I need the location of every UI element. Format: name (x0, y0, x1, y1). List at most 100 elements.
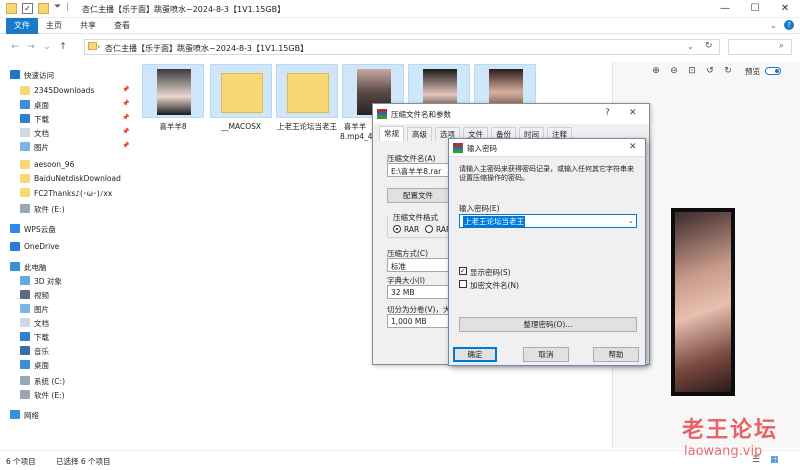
up-arrow-icon[interactable]: ↑ (56, 40, 70, 54)
close-icon[interactable]: ✕ (629, 142, 637, 152)
sidebar-item[interactable]: 2345Downloads 📌 (0, 84, 138, 98)
folder-thumbnail[interactable] (210, 64, 272, 118)
recent-dropdown-icon[interactable]: ⌄ (40, 40, 54, 54)
sidebar-item-label: 下载 (34, 115, 49, 124)
refresh-icon[interactable]: ↻ (705, 41, 713, 51)
format-rar4-radio[interactable] (425, 225, 433, 233)
rotate-right-icon[interactable]: ↻ (723, 66, 733, 76)
dictionary-select[interactable]: 32 MB (387, 285, 449, 299)
folder-icon (20, 160, 30, 169)
quick-access-dropdown-icon[interactable]: ⏷ (54, 2, 61, 12)
help-icon[interactable]: ? (605, 108, 610, 118)
forward-arrow-icon[interactable]: → (24, 40, 38, 54)
zoom-in-icon[interactable]: ⊕ (651, 66, 661, 76)
pin-icon: 📌 (122, 128, 130, 135)
address-dropdown-icon[interactable]: ⌄ (687, 42, 694, 51)
show-password-checkbox[interactable]: ✓ (459, 267, 467, 275)
sidebar-item[interactable]: WPS云盘 (0, 222, 138, 236)
file-label[interactable]: 上老王论坛当老王 (274, 122, 340, 132)
sidebar-item[interactable]: 图片 (0, 302, 138, 316)
file-thumbnail[interactable] (142, 64, 204, 118)
winrar-icon (377, 109, 387, 119)
sidebar-item-label: BaiduNetdiskDownload (34, 174, 121, 183)
picture-icon (20, 304, 30, 313)
sidebar-item[interactable]: 图片 📌 (0, 140, 138, 154)
cancel-button[interactable]: 取消 (523, 347, 569, 362)
close-button[interactable]: ✕ (770, 0, 800, 18)
encrypt-names-checkbox[interactable] (459, 280, 467, 288)
sidebar-item[interactable]: 文档 📌 (0, 126, 138, 140)
organize-passwords-button[interactable]: 整理密码(O)... (459, 317, 637, 332)
separator: | (66, 2, 70, 12)
file-label[interactable]: __MACOSX (208, 122, 274, 132)
sidebar-item[interactable]: 快速访问 (0, 68, 138, 82)
split-select[interactable]: 1,000 MB (387, 314, 449, 328)
breadcrumb[interactable]: 杏仁主播【乐于面】跳蛋喷水~2024-8-3【1V1.15GB】 (105, 43, 308, 54)
sidebar-item[interactable]: 系统 (C:) (0, 374, 138, 388)
sidebar-item[interactable]: 软件 (E:) (0, 202, 138, 216)
sidebar-item[interactable]: FC2Thanks♪(･ω･)ﾉxx (0, 186, 138, 200)
tab-home[interactable]: 主页 (38, 18, 70, 34)
watermark-url: laowang.vip (684, 444, 763, 459)
password-input[interactable]: 上老王论坛当老王 ⌄ (459, 214, 637, 228)
archive-name-input[interactable]: E:\喜羊羊8.rar (387, 163, 449, 177)
dropdown-icon[interactable]: ⌄ (628, 217, 634, 225)
sidebar-item[interactable]: 下载 (0, 330, 138, 344)
tab-advanced[interactable]: 高级 (407, 127, 432, 141)
format-rar-radio[interactable] (393, 225, 401, 233)
sidebar-item[interactable]: 桌面 (0, 358, 138, 372)
sidebar-item[interactable]: 下载 📌 (0, 112, 138, 126)
search-input[interactable]: ⌕ (728, 39, 792, 55)
new-folder-icon[interactable] (38, 3, 49, 14)
ribbon-expand-icon[interactable]: ⌄ (770, 21, 777, 30)
fit-icon[interactable]: ⊡ (687, 66, 697, 76)
sidebar-item[interactable]: 文档 (0, 316, 138, 330)
tab-file[interactable]: 文件 (6, 18, 38, 34)
drive-icon (20, 390, 30, 399)
method-select[interactable]: 标准 (387, 258, 449, 272)
sidebar-item-label: 下载 (34, 333, 49, 342)
sidebar-item-label: 软件 (E:) (34, 391, 65, 400)
checkbox-icon[interactable]: ✓ (22, 3, 33, 14)
close-icon[interactable]: ✕ (629, 108, 637, 118)
computer-icon (10, 262, 20, 271)
back-arrow-icon[interactable]: ← (8, 40, 22, 54)
help-icon[interactable]: ? (784, 20, 794, 30)
tab-share[interactable]: 共享 (72, 18, 104, 34)
document-icon (20, 128, 30, 137)
sidebar-item-label: 音乐 (34, 347, 49, 356)
tab-view[interactable]: 查看 (106, 18, 138, 34)
breadcrumb-chevron[interactable]: › (97, 42, 100, 51)
sidebar-item-label: 此电脑 (24, 263, 47, 272)
sidebar-item-label: 网络 (24, 411, 39, 420)
sidebar-item[interactable]: 视频 (0, 288, 138, 302)
maximize-button[interactable]: ☐ (740, 0, 770, 18)
zoom-out-icon[interactable]: ⊖ (669, 66, 679, 76)
rotate-left-icon[interactable]: ↺ (705, 66, 715, 76)
preview-toggle[interactable] (765, 67, 781, 75)
onedrive-icon (10, 242, 20, 251)
music-icon (20, 346, 30, 355)
sidebar-item[interactable]: aesoon_96 (0, 158, 138, 172)
tab-general[interactable]: 常规 (379, 126, 404, 141)
sidebar-item[interactable]: 音乐 (0, 344, 138, 358)
file-label[interactable]: 喜羊羊8.mp4_4_18 (340, 122, 386, 142)
sidebar-item[interactable]: BaiduNetdiskDownload (0, 172, 138, 186)
sidebar-item[interactable]: 桌面 📌 (0, 98, 138, 112)
large-icons-view-icon[interactable]: ▦ (770, 455, 779, 465)
sidebar-item[interactable]: 软件 (E:) (0, 388, 138, 402)
sidebar-item[interactable]: 3D 对象 (0, 274, 138, 288)
cloud-icon (10, 224, 20, 233)
sidebar-item[interactable]: 此电脑 (0, 260, 138, 274)
minimize-button[interactable]: — (710, 0, 740, 18)
profile-button[interactable]: 配置文件 (387, 188, 449, 203)
help-button[interactable]: 帮助 (593, 347, 639, 362)
sidebar-item[interactable]: OneDrive (0, 240, 138, 254)
file-label[interactable]: 喜羊羊8 (140, 122, 206, 132)
folder-thumbnail[interactable] (276, 64, 338, 118)
ok-button[interactable]: 确定 (453, 347, 497, 362)
show-password-label: 显示密码(S) (470, 268, 511, 277)
sidebar-item[interactable]: 网络 (0, 408, 138, 422)
star-icon (10, 70, 20, 79)
address-bar[interactable]: › 杏仁主播【乐于面】跳蛋喷水~2024-8-3【1V1.15GB】 ⌄ ↻ (84, 39, 720, 55)
